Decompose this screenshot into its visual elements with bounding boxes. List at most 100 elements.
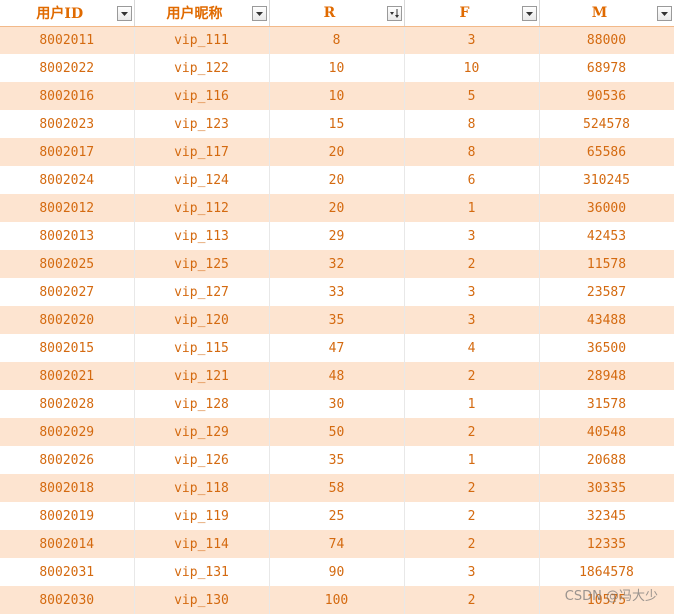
cell-m[interactable]: 31578 (539, 390, 674, 418)
cell-r[interactable]: 10 (269, 82, 405, 110)
cell-m[interactable]: 310245 (539, 166, 674, 194)
cell-user-id[interactable]: 8002016 (0, 82, 135, 110)
cell-r[interactable]: 100 (269, 586, 405, 614)
cell-m[interactable]: 32345 (539, 502, 674, 530)
cell-m[interactable]: 88000 (539, 26, 674, 54)
cell-f[interactable]: 1 (404, 390, 540, 418)
cell-m[interactable]: 90536 (539, 82, 674, 110)
cell-r[interactable]: 35 (269, 306, 405, 334)
cell-f[interactable]: 4 (404, 334, 540, 362)
cell-f[interactable]: 2 (404, 250, 540, 278)
cell-f[interactable]: 10 (404, 54, 540, 82)
cell-user-id[interactable]: 8002021 (0, 362, 135, 390)
cell-f[interactable]: 3 (404, 222, 540, 250)
cell-user-nickname[interactable]: vip_131 (134, 558, 270, 586)
cell-f[interactable]: 5 (404, 82, 540, 110)
cell-m[interactable]: 28948 (539, 362, 674, 390)
cell-r[interactable]: 20 (269, 194, 405, 222)
cell-user-id[interactable]: 8002031 (0, 558, 135, 586)
cell-m[interactable]: 36500 (539, 334, 674, 362)
cell-user-id[interactable]: 8002015 (0, 334, 135, 362)
cell-user-nickname[interactable]: vip_114 (134, 530, 270, 558)
cell-user-id[interactable]: 8002012 (0, 194, 135, 222)
cell-user-nickname[interactable]: vip_121 (134, 362, 270, 390)
cell-r[interactable]: 32 (269, 250, 405, 278)
cell-m[interactable]: 1864578 (539, 558, 674, 586)
cell-f[interactable]: 2 (404, 502, 540, 530)
cell-user-nickname[interactable]: vip_130 (134, 586, 270, 614)
cell-user-nickname[interactable]: vip_119 (134, 502, 270, 530)
cell-user-nickname[interactable]: vip_111 (134, 26, 270, 54)
cell-user-nickname[interactable]: vip_122 (134, 54, 270, 82)
cell-user-nickname[interactable]: vip_117 (134, 138, 270, 166)
cell-user-nickname[interactable]: vip_120 (134, 306, 270, 334)
cell-r[interactable]: 30 (269, 390, 405, 418)
cell-user-nickname[interactable]: vip_113 (134, 222, 270, 250)
cell-user-id[interactable]: 8002011 (0, 26, 135, 54)
cell-m[interactable]: 40548 (539, 418, 674, 446)
cell-user-id[interactable]: 8002030 (0, 586, 135, 614)
cell-user-id[interactable]: 8002026 (0, 446, 135, 474)
cell-f[interactable]: 2 (404, 530, 540, 558)
cell-user-id[interactable]: 8002023 (0, 110, 135, 138)
cell-user-nickname[interactable]: vip_126 (134, 446, 270, 474)
cell-f[interactable]: 1 (404, 446, 540, 474)
cell-user-id[interactable]: 8002027 (0, 278, 135, 306)
cell-r[interactable]: 8 (269, 26, 405, 54)
cell-f[interactable]: 3 (404, 26, 540, 54)
cell-user-id[interactable]: 8002022 (0, 54, 135, 82)
cell-r[interactable]: 33 (269, 278, 405, 306)
cell-f[interactable]: 1 (404, 194, 540, 222)
cell-r[interactable]: 48 (269, 362, 405, 390)
cell-f[interactable]: 8 (404, 138, 540, 166)
cell-user-nickname[interactable]: vip_115 (134, 334, 270, 362)
cell-user-id[interactable]: 8002014 (0, 530, 135, 558)
cell-r[interactable]: 29 (269, 222, 405, 250)
cell-r[interactable]: 35 (269, 446, 405, 474)
cell-f[interactable]: 3 (404, 558, 540, 586)
cell-m[interactable]: 36000 (539, 194, 674, 222)
cell-user-id[interactable]: 8002019 (0, 502, 135, 530)
cell-user-nickname[interactable]: vip_125 (134, 250, 270, 278)
cell-user-id[interactable]: 8002024 (0, 166, 135, 194)
cell-m[interactable]: 20688 (539, 446, 674, 474)
cell-user-nickname[interactable]: vip_118 (134, 474, 270, 502)
cell-m[interactable]: 524578 (539, 110, 674, 138)
filter-dropdown-icon[interactable] (656, 6, 672, 21)
cell-r[interactable]: 74 (269, 530, 405, 558)
cell-m[interactable]: 42453 (539, 222, 674, 250)
cell-user-nickname[interactable]: vip_123 (134, 110, 270, 138)
cell-user-id[interactable]: 8002013 (0, 222, 135, 250)
cell-m[interactable]: 30335 (539, 474, 674, 502)
cell-f[interactable]: 2 (404, 362, 540, 390)
filter-dropdown-icon[interactable] (521, 6, 537, 21)
cell-user-id[interactable]: 8002029 (0, 418, 135, 446)
filter-dropdown-icon[interactable] (116, 6, 132, 21)
cell-user-nickname[interactable]: vip_127 (134, 278, 270, 306)
cell-user-nickname[interactable]: vip_124 (134, 166, 270, 194)
cell-m[interactable]: 65586 (539, 138, 674, 166)
cell-m[interactable]: 43488 (539, 306, 674, 334)
cell-f[interactable]: 2 (404, 474, 540, 502)
cell-f[interactable]: 6 (404, 166, 540, 194)
cell-m[interactable]: 68978 (539, 54, 674, 82)
cell-user-id[interactable]: 8002018 (0, 474, 135, 502)
filter-sort-asc-icon[interactable] (386, 6, 402, 21)
cell-r[interactable]: 90 (269, 558, 405, 586)
cell-user-id[interactable]: 8002028 (0, 390, 135, 418)
cell-user-nickname[interactable]: vip_116 (134, 82, 270, 110)
cell-r[interactable]: 20 (269, 166, 405, 194)
cell-user-nickname[interactable]: vip_112 (134, 194, 270, 222)
cell-f[interactable]: 3 (404, 278, 540, 306)
cell-r[interactable]: 25 (269, 502, 405, 530)
cell-user-id[interactable]: 8002025 (0, 250, 135, 278)
cell-user-nickname[interactable]: vip_129 (134, 418, 270, 446)
filter-dropdown-icon[interactable] (251, 6, 267, 21)
cell-user-nickname[interactable]: vip_128 (134, 390, 270, 418)
cell-r[interactable]: 15 (269, 110, 405, 138)
cell-f[interactable]: 8 (404, 110, 540, 138)
cell-user-id[interactable]: 8002017 (0, 138, 135, 166)
cell-r[interactable]: 50 (269, 418, 405, 446)
cell-m[interactable]: 10575 (539, 586, 674, 614)
cell-r[interactable]: 20 (269, 138, 405, 166)
